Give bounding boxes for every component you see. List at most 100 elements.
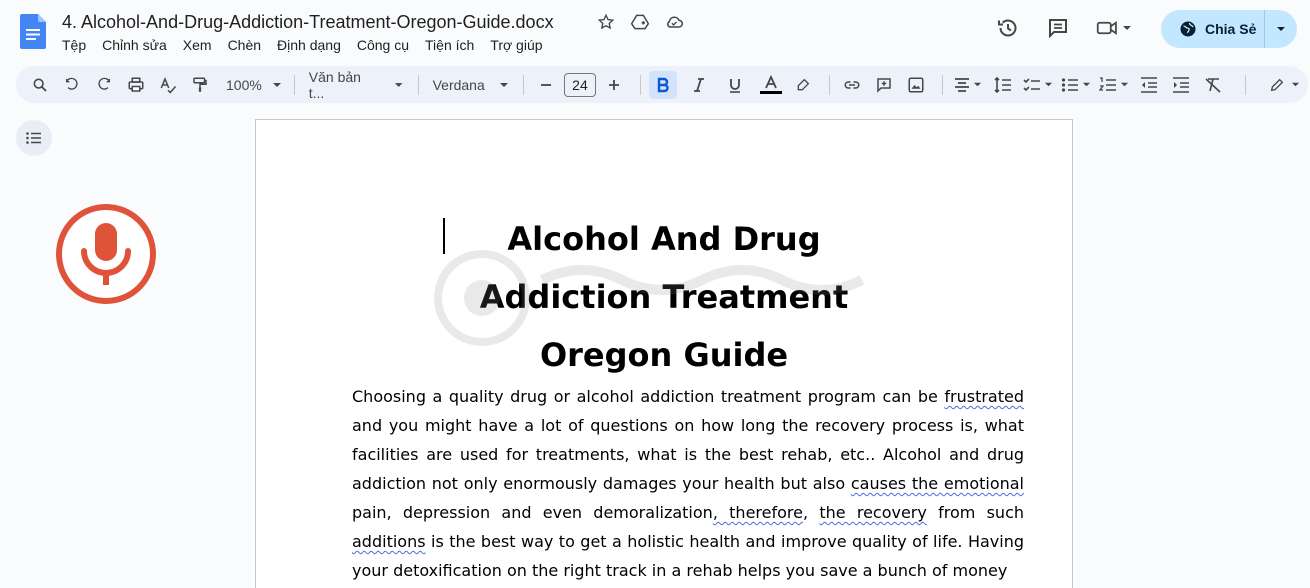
line-spacing-button[interactable] (989, 71, 1017, 99)
checklist-icon (1023, 77, 1041, 91)
zoom-value: 100% (226, 76, 262, 93)
increase-indent-button[interactable] (1167, 71, 1195, 99)
menu-help[interactable]: Trợ giúp (490, 37, 542, 53)
clear-formatting-button[interactable] (1199, 71, 1227, 99)
bold-icon (657, 77, 669, 92)
spelling-suggestion[interactable]: frustrated (944, 387, 1024, 406)
italic-icon (694, 77, 705, 92)
paragraph-text: Choosing a quality drug or alcohol addic… (352, 387, 945, 406)
font-size-input[interactable]: 24 (563, 72, 597, 97)
document-paragraph[interactable]: Choosing a quality drug or alcohol addic… (352, 382, 1024, 585)
move-to-drive-icon[interactable] (630, 12, 650, 32)
menu-format[interactable]: Định dạng (277, 37, 341, 53)
print-icon (128, 77, 144, 92)
italic-button[interactable] (685, 71, 713, 99)
link-icon (844, 80, 860, 89)
print-button[interactable] (122, 71, 150, 99)
plus-icon (609, 79, 620, 90)
paragraph-text: , (802, 503, 820, 522)
highlight-color-button[interactable] (789, 71, 817, 99)
grammar-suggestion[interactable]: causes the emotional (851, 474, 1024, 493)
insert-link-button[interactable] (838, 71, 866, 99)
align-center-icon (955, 77, 970, 92)
menu-file[interactable]: Tệp (62, 37, 86, 53)
chevron-down-icon (1044, 82, 1053, 87)
search-menus-button[interactable] (26, 71, 54, 99)
chevron-down-icon (1123, 26, 1131, 30)
align-button[interactable] (951, 71, 985, 99)
paragraph-text: is the best way to get a holistic health… (352, 532, 1024, 580)
bulleted-list-button[interactable] (1059, 71, 1093, 99)
bold-button[interactable] (649, 70, 678, 99)
docs-logo[interactable] (20, 14, 46, 49)
globe-icon (1180, 21, 1196, 37)
chevron-down-icon (1120, 82, 1129, 87)
star-icon[interactable] (596, 12, 616, 32)
spellcheck-button[interactable] (154, 71, 182, 99)
redo-button[interactable] (90, 71, 118, 99)
decrease-indent-button[interactable] (1135, 71, 1163, 99)
document-outline-button[interactable] (16, 120, 52, 156)
voice-typing-button[interactable] (56, 204, 156, 304)
font-select[interactable]: Verdana (433, 77, 509, 93)
document-title[interactable]: 4. Alcohol-And-Drug-Addiction-Treatment-… (62, 12, 554, 33)
paint-format-button[interactable] (186, 71, 214, 99)
share-label: Chia Sẻ (1205, 21, 1257, 37)
style-value: Văn bản t... (308, 68, 361, 101)
minus-icon (540, 83, 551, 86)
checklist-button[interactable] (1021, 71, 1055, 99)
menu-extensions[interactable]: Tiện ích (425, 37, 474, 53)
add-comment-button[interactable] (870, 71, 898, 99)
paragraph-style-select[interactable]: Văn bản t... (309, 69, 404, 101)
increase-font-size-button[interactable] (600, 71, 628, 99)
grammar-suggestion[interactable]: the recovery (819, 503, 927, 522)
menu-view[interactable]: Xem (183, 37, 212, 53)
paragraph-text: from such (926, 503, 1025, 522)
history-icon (998, 19, 1017, 37)
pencil-icon (1270, 78, 1283, 91)
zoom-select[interactable]: 100% (226, 77, 282, 93)
microphone-icon (81, 223, 131, 285)
spellcheck-icon (160, 76, 177, 94)
search-icon (33, 78, 47, 92)
undo-button[interactable] (58, 71, 86, 99)
menu-insert[interactable]: Chèn (228, 37, 261, 53)
text-color-button[interactable] (757, 71, 785, 99)
grammar-suggestion[interactable]: , therefore (713, 503, 803, 522)
line-spacing-icon (994, 76, 1012, 93)
decrease-indent-icon (1141, 76, 1158, 93)
clear-formatting-icon (1205, 77, 1221, 93)
spelling-suggestion[interactable]: additions (352, 532, 426, 551)
cloud-status-icon[interactable] (664, 12, 684, 32)
share-button-group: Chia Sẻ (1161, 10, 1297, 48)
bulleted-list-icon (1061, 77, 1079, 92)
paint-roller-icon (193, 77, 207, 92)
chevron-down-icon (1291, 82, 1299, 87)
chevron-down-icon (499, 82, 508, 87)
document-page[interactable]: Alcohol And Drug Addiction Treatment Ore… (255, 119, 1073, 588)
chevron-down-icon (973, 82, 982, 87)
editing-mode-button[interactable] (1264, 71, 1304, 99)
menu-edit[interactable]: Chỉnh sửa (102, 37, 167, 53)
document-heading[interactable]: Alcohol And Drug Addiction Treatment Ore… (256, 210, 1072, 384)
redo-icon (98, 77, 110, 90)
chevron-down-icon (272, 82, 281, 87)
meet-button[interactable] (1090, 10, 1138, 46)
underline-button[interactable] (721, 71, 749, 99)
chevron-down-icon (395, 82, 403, 87)
outline-icon (26, 132, 41, 144)
chevron-down-icon (1082, 82, 1091, 87)
highlighter-icon (797, 78, 810, 90)
share-button[interactable]: Chia Sẻ (1161, 10, 1265, 48)
numbered-list-button[interactable] (1097, 71, 1131, 99)
undo-icon (66, 77, 78, 90)
font-value: Verdana (432, 76, 485, 93)
insert-image-button[interactable] (902, 71, 930, 99)
decrease-font-size-button[interactable] (532, 71, 560, 99)
comments-button[interactable] (1040, 10, 1076, 46)
underline-icon (730, 78, 741, 93)
version-history-button[interactable] (990, 10, 1026, 46)
share-dropdown[interactable] (1265, 24, 1297, 34)
increase-indent-icon (1173, 76, 1190, 93)
menu-tools[interactable]: Công cụ (357, 37, 409, 53)
